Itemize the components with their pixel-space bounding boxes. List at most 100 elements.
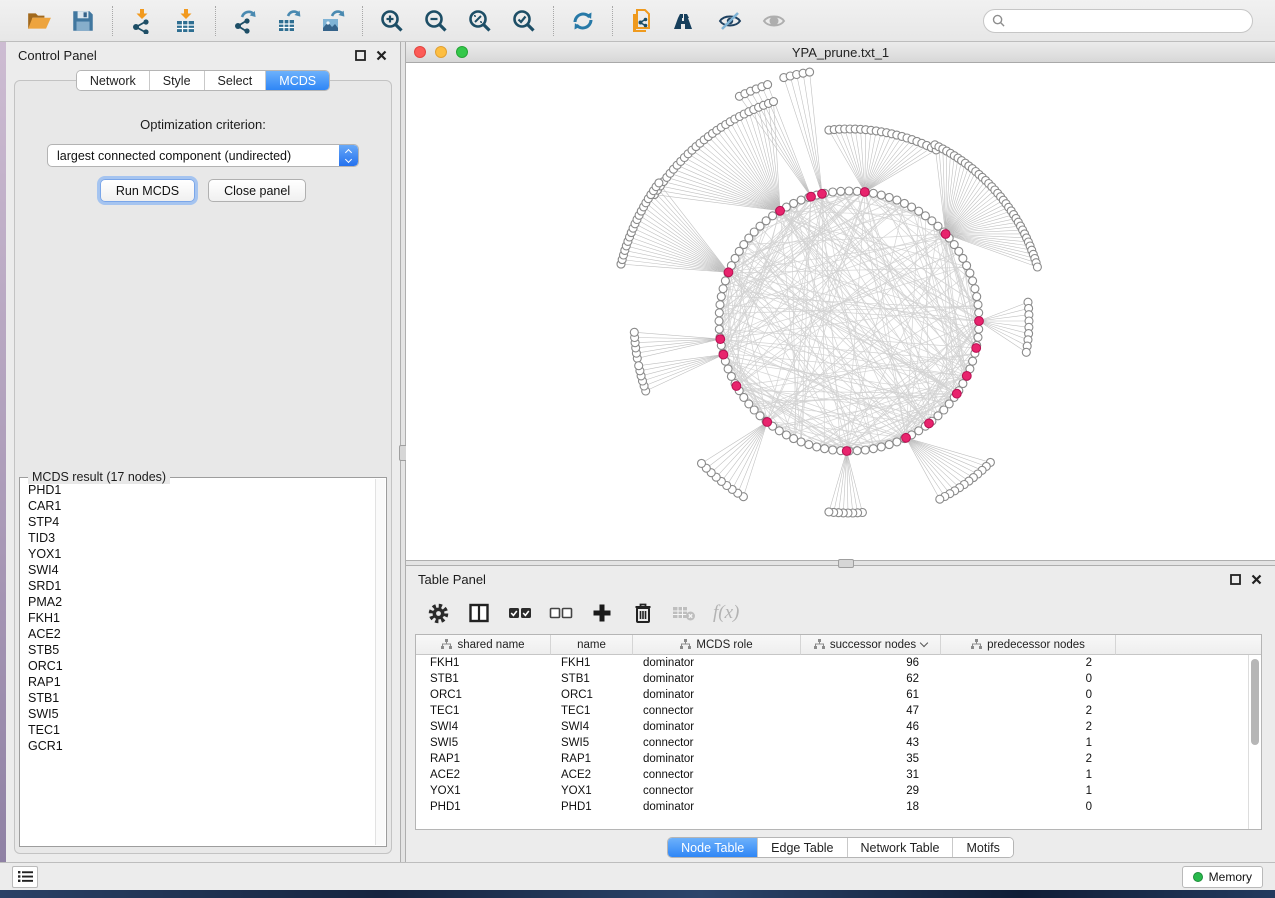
import-network-icon bbox=[129, 8, 155, 34]
list-item[interactable]: STB5 bbox=[28, 642, 374, 658]
memory-button[interactable]: Memory bbox=[1182, 866, 1263, 888]
list-item[interactable]: CAR1 bbox=[28, 498, 374, 514]
save-session-icon bbox=[70, 8, 96, 34]
list-item[interactable]: PMA2 bbox=[28, 594, 374, 610]
show-all-icon bbox=[761, 8, 787, 34]
export-table-button[interactable] bbox=[274, 6, 304, 36]
table-row[interactable]: YOX1 YOX1 connector 29 1 bbox=[416, 783, 1261, 799]
zoom-out-button[interactable] bbox=[421, 6, 451, 36]
close-panel-button[interactable]: Close panel bbox=[208, 179, 306, 202]
network-titlebar: YPA_prune.txt_1 bbox=[406, 42, 1275, 63]
list-item[interactable]: SRD1 bbox=[28, 578, 374, 594]
tab-mcds[interactable]: MCDS bbox=[266, 71, 329, 90]
gear-icon[interactable] bbox=[426, 601, 450, 625]
select-all-icon[interactable] bbox=[508, 601, 532, 625]
table-row[interactable]: FKH1 FKH1 dominator 96 2 bbox=[416, 655, 1261, 671]
table-row[interactable]: SWI4 SWI4 dominator 46 2 bbox=[416, 719, 1261, 735]
optimization-criterion-label: Optimization criterion: bbox=[15, 117, 391, 132]
tab-select[interactable]: Select bbox=[205, 71, 267, 90]
scrollbar-thumb[interactable] bbox=[1251, 659, 1259, 745]
list-item[interactable]: GCR1 bbox=[28, 738, 374, 754]
close-panel-icon[interactable] bbox=[375, 49, 388, 62]
table-toolbar: f(x) bbox=[406, 592, 1275, 634]
list-item[interactable]: STP4 bbox=[28, 514, 374, 530]
network-graph[interactable] bbox=[406, 63, 1275, 560]
search-icon bbox=[992, 14, 1005, 27]
run-mcds-button[interactable]: Run MCDS bbox=[100, 179, 195, 202]
mcds-result-list[interactable]: PHD1CAR1STP4TID3YOX1SWI4SRD1PMA2FKH1ACE2… bbox=[28, 482, 374, 844]
column-header-successor-nodes[interactable]: successor nodes bbox=[801, 635, 941, 655]
import-table-icon bbox=[173, 8, 199, 34]
status-bar: Memory bbox=[0, 862, 1275, 890]
list-item[interactable]: SWI4 bbox=[28, 562, 374, 578]
minimize-window-icon[interactable] bbox=[435, 46, 447, 58]
zoom-selected-button[interactable] bbox=[509, 6, 539, 36]
float-panel-icon[interactable] bbox=[354, 49, 367, 62]
tab-node-table[interactable]: Node Table bbox=[668, 838, 758, 857]
list-item[interactable]: TEC1 bbox=[28, 722, 374, 738]
horizontal-splitter[interactable] bbox=[406, 560, 1275, 566]
table-scrollbar[interactable] bbox=[1248, 655, 1261, 829]
import-table-button[interactable] bbox=[171, 6, 201, 36]
list-item[interactable]: PHD1 bbox=[28, 482, 374, 498]
add-column-icon[interactable] bbox=[590, 601, 614, 625]
table-row[interactable]: ACE2 ACE2 connector 31 1 bbox=[416, 767, 1261, 783]
list-item[interactable]: YOX1 bbox=[28, 546, 374, 562]
column-header-name[interactable]: name bbox=[551, 635, 633, 655]
table-row[interactable]: STB1 STB1 dominator 62 0 bbox=[416, 671, 1261, 687]
search-network-button[interactable] bbox=[671, 6, 701, 36]
columns-icon[interactable] bbox=[467, 601, 491, 625]
list-item[interactable]: ORC1 bbox=[28, 658, 374, 674]
tab-network-table[interactable]: Network Table bbox=[848, 838, 954, 857]
delete-table-icon[interactable] bbox=[672, 601, 696, 625]
import-network-button[interactable] bbox=[127, 6, 157, 36]
delete-column-icon[interactable] bbox=[631, 601, 655, 625]
show-all-button[interactable] bbox=[759, 6, 789, 36]
maximize-window-icon[interactable] bbox=[456, 46, 468, 58]
table-row[interactable]: PHD1 PHD1 dominator 18 0 bbox=[416, 799, 1261, 815]
tab-style[interactable]: Style bbox=[150, 71, 205, 90]
network-view-window: YPA_prune.txt_1 bbox=[406, 42, 1275, 560]
export-network-icon bbox=[232, 8, 258, 34]
search-input[interactable] bbox=[1010, 14, 1244, 28]
close-panel-icon[interactable] bbox=[1250, 573, 1263, 586]
list-item[interactable]: SWI5 bbox=[28, 706, 374, 722]
export-image-button[interactable] bbox=[318, 6, 348, 36]
open-session-button[interactable] bbox=[24, 6, 54, 36]
duplicate-network-button[interactable] bbox=[627, 6, 657, 36]
column-header-predecessor-nodes[interactable]: predecessor nodes bbox=[941, 635, 1116, 655]
list-item[interactable]: RAP1 bbox=[28, 674, 374, 690]
unselect-all-icon[interactable] bbox=[549, 601, 573, 625]
zoom-in-button[interactable] bbox=[377, 6, 407, 36]
list-item[interactable]: STB1 bbox=[28, 690, 374, 706]
zoom-fit-button[interactable] bbox=[465, 6, 495, 36]
attribute-icon bbox=[971, 639, 982, 650]
function-builder-icon[interactable]: f(x) bbox=[713, 602, 739, 624]
result-scrollbar[interactable] bbox=[375, 479, 385, 845]
task-history-button[interactable] bbox=[12, 866, 38, 888]
list-item[interactable]: FKH1 bbox=[28, 610, 374, 626]
table-row[interactable]: RAP1 RAP1 dominator 35 2 bbox=[416, 751, 1261, 767]
search-box[interactable] bbox=[983, 9, 1253, 33]
splitter-grip[interactable] bbox=[838, 559, 854, 568]
list-item[interactable]: ACE2 bbox=[28, 626, 374, 642]
attribute-icon bbox=[441, 639, 452, 650]
tab-network[interactable]: Network bbox=[77, 71, 150, 90]
float-panel-icon[interactable] bbox=[1229, 573, 1242, 586]
attribute-icon bbox=[680, 639, 691, 650]
tab-motifs[interactable]: Motifs bbox=[953, 838, 1012, 857]
close-window-icon[interactable] bbox=[414, 46, 426, 58]
table-row[interactable]: TEC1 TEC1 connector 47 2 bbox=[416, 703, 1261, 719]
export-network-button[interactable] bbox=[230, 6, 260, 36]
tab-edge-table[interactable]: Edge Table bbox=[758, 838, 847, 857]
table-row[interactable]: SWI5 SWI5 connector 43 1 bbox=[416, 735, 1261, 751]
optimization-criterion-select[interactable]: largest connected component (undirected) bbox=[47, 144, 359, 167]
save-session-button[interactable] bbox=[68, 6, 98, 36]
refresh-layout-button[interactable] bbox=[568, 6, 598, 36]
list-item[interactable]: TID3 bbox=[28, 530, 374, 546]
table-row[interactable]: ORC1 ORC1 dominator 61 0 bbox=[416, 687, 1261, 703]
hide-selected-button[interactable] bbox=[715, 6, 745, 36]
column-header-shared-name[interactable]: shared name bbox=[416, 635, 551, 655]
network-canvas[interactable] bbox=[406, 63, 1275, 560]
column-header-mcds-role[interactable]: MCDS role bbox=[633, 635, 801, 655]
